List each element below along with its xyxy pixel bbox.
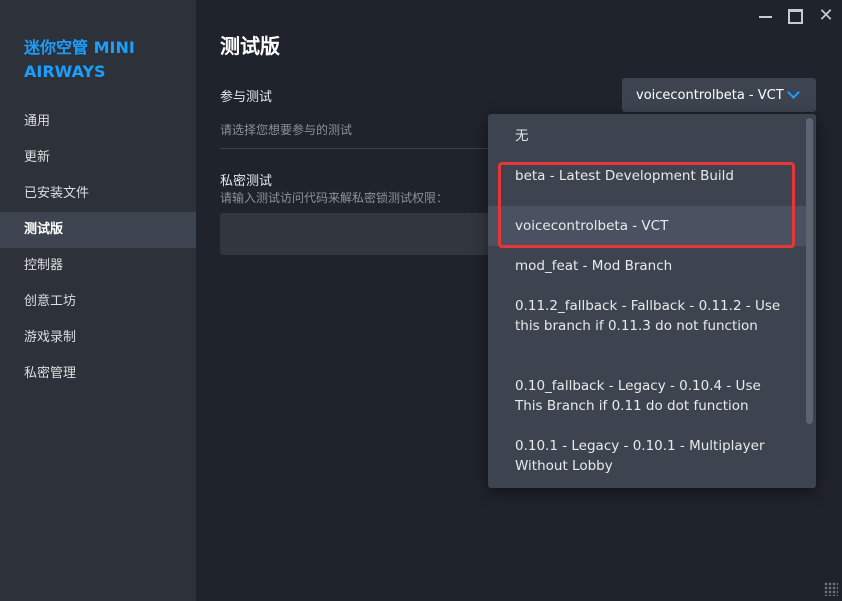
resize-grip-icon[interactable] xyxy=(824,582,838,596)
sidebar-item-controller[interactable]: 控制器 xyxy=(0,248,196,284)
sidebar-nav: 通用 更新 已安装文件 测试版 控制器 创意工坊 游戏录制 私密管理 xyxy=(0,104,196,392)
access-code-input[interactable] xyxy=(220,213,490,255)
dropdown-option-0-10-fallback[interactable]: 0.10_fallback - Legacy - 0.10.4 - Use Th… xyxy=(488,376,806,416)
beta-select-dropdown[interactable]: voicecontrolbeta - VCT xyxy=(622,78,816,112)
beta-select-value: voicecontrolbeta - VCT xyxy=(636,87,784,103)
private-beta-description: 请输入测试访问代码来解私密锁测试权限： xyxy=(220,191,449,205)
page-title: 测试版 xyxy=(220,34,280,58)
dropdown-option-none[interactable]: 无 xyxy=(488,126,806,146)
sidebar: 迷你空管 MINI AIRWAYS 通用 更新 已安装文件 测试版 控制器 创意… xyxy=(0,0,196,601)
close-icon[interactable]: ✕ xyxy=(816,6,836,26)
dropdown-option-mod-feat[interactable]: mod_feat - Mod Branch xyxy=(488,256,806,276)
dropdown-scrollbar[interactable] xyxy=(806,118,813,424)
chevron-down-icon xyxy=(787,86,800,99)
sidebar-item-updates[interactable]: 更新 xyxy=(0,140,196,176)
beta-participation-label: 参与测试 xyxy=(220,90,273,105)
sidebar-item-game-recording[interactable]: 游戏录制 xyxy=(0,320,196,356)
sidebar-item-workshop[interactable]: 创意工坊 xyxy=(0,284,196,320)
dropdown-option-beta[interactable]: beta - Latest Development Build xyxy=(488,166,806,186)
private-beta-label: 私密测试 xyxy=(220,174,273,189)
dropdown-option-0-11-2-fallback[interactable]: 0.11.2_fallback - Fallback - 0.11.2 - Us… xyxy=(488,296,806,336)
dropdown-option-voicecontrolbeta[interactable]: voicecontrolbeta - VCT xyxy=(488,206,806,246)
sidebar-item-betas[interactable]: 测试版 xyxy=(0,212,196,248)
dropdown-option-0-10-1[interactable]: 0.10.1 - Legacy - 0.10.1 - Multiplayer W… xyxy=(488,436,806,476)
app-title: 迷你空管 MINI AIRWAYS xyxy=(24,38,135,81)
beta-hint: 请选择您想要参与的测试 xyxy=(220,123,353,137)
sidebar-item-general[interactable]: 通用 xyxy=(0,104,196,140)
maximize-icon[interactable] xyxy=(785,6,805,26)
sidebar-item-installed-files[interactable]: 已安装文件 xyxy=(0,176,196,212)
sidebar-item-privacy[interactable]: 私密管理 xyxy=(0,356,196,392)
beta-dropdown-list: 无 beta - Latest Development Build voicec… xyxy=(488,114,816,488)
minimize-icon[interactable] xyxy=(756,6,776,26)
